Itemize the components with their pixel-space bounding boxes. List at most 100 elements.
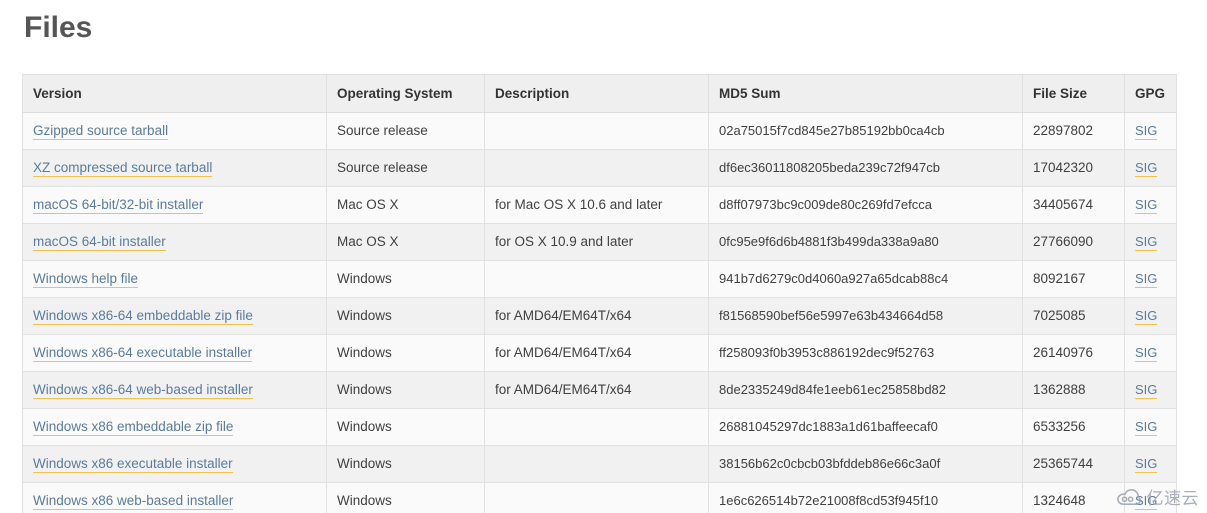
cell-operating-system: Windows — [326, 371, 485, 409]
column-header-os: Operating System — [326, 74, 485, 113]
cell-gpg: SIG — [1124, 408, 1177, 446]
gpg-signature-link[interactable]: SIG — [1135, 234, 1158, 251]
download-link[interactable]: Windows x86 executable installer — [33, 456, 233, 473]
table-row: Windows help file Windows 941b7d6279c0d406… — [22, 260, 1177, 298]
column-header-version: Version — [22, 74, 327, 113]
cell-operating-system: Windows — [326, 297, 485, 335]
cell-version: Windows help file — [22, 260, 327, 298]
gpg-signature-link[interactable]: SIG — [1135, 160, 1158, 177]
cell-md5-sum: d8ff07973bc9c009de80c269fd7efcca — [708, 186, 1023, 224]
page-title: Files — [24, 11, 93, 44]
gpg-signature-link[interactable]: SIG — [1135, 382, 1158, 399]
cell-version: Windows x86-64 web-based installer — [22, 371, 327, 409]
cell-operating-system: Mac OS X — [326, 223, 485, 261]
cell-file-size: 17042320 — [1022, 149, 1125, 187]
cell-gpg: SIG — [1124, 186, 1177, 224]
table-row: Windows x86 embeddable zip file Windows 26… — [22, 408, 1177, 446]
cell-description — [484, 260, 709, 298]
table-header-row: Version Operating System Description MD5… — [22, 74, 1177, 113]
files-table-container: Version Operating System Description MD5… — [22, 74, 1177, 513]
download-link[interactable]: Windows x86-64 executable installer — [33, 345, 253, 362]
cell-md5-sum: 26881045297dc1883a1d61baffeecaf0 — [708, 408, 1023, 446]
cell-file-size: 27766090 — [1022, 223, 1125, 261]
cell-file-size: 25365744 — [1022, 445, 1125, 483]
cell-operating-system: Windows — [326, 408, 485, 446]
cell-version: Windows x86 web-based installer — [22, 482, 327, 513]
cell-description — [484, 149, 709, 187]
gpg-signature-link[interactable]: SIG — [1135, 123, 1158, 140]
cell-gpg: SIG — [1124, 334, 1177, 372]
cell-operating-system: Windows — [326, 260, 485, 298]
cell-gpg: SIG — [1124, 112, 1177, 150]
cell-gpg: SIG — [1124, 149, 1177, 187]
gpg-signature-link[interactable]: SIG — [1135, 308, 1158, 325]
download-link[interactable]: Windows x86 embeddable zip file — [33, 419, 234, 436]
cell-md5-sum: 8de2335249d84fe1eeb61ec25858bd82 — [708, 371, 1023, 409]
cell-md5-sum: df6ec36011808205beda239c72f947cb — [708, 149, 1023, 187]
column-header-description: Description — [484, 74, 709, 113]
gpg-signature-link[interactable]: SIG — [1135, 345, 1158, 362]
download-link[interactable]: Windows x86 web-based installer — [33, 493, 234, 510]
cell-file-size: 26140976 — [1022, 334, 1125, 372]
cell-version: XZ compressed source tarball — [22, 149, 327, 187]
table-row: macOS 64-bit installer Mac OS Xfor OS X 1… — [22, 223, 1177, 261]
table-row: macOS 64-bit/32-bit installer Mac OS Xfor… — [22, 186, 1177, 224]
cell-md5-sum: 02a75015f7cd845e27b85192bb0ca4cb — [708, 112, 1023, 150]
table-row: Windows x86-64 web-based installer Window… — [22, 371, 1177, 409]
cell-gpg: SIG — [1124, 445, 1177, 483]
cell-description — [484, 445, 709, 483]
table-row: Windows x86-64 embeddable zip file Window… — [22, 297, 1177, 335]
table-row: XZ compressed source tarball Source relea… — [22, 149, 1177, 187]
download-link[interactable]: XZ compressed source tarball — [33, 160, 213, 177]
cell-description: for AMD64/EM64T/x64 — [484, 297, 709, 335]
download-link[interactable]: Gzipped source tarball — [33, 123, 169, 140]
download-link[interactable]: macOS 64-bit/32-bit installer — [33, 197, 204, 214]
cell-md5-sum: f81568590bef56e5997e63b434664d58 — [708, 297, 1023, 335]
cell-description: for Mac OS X 10.6 and later — [484, 186, 709, 224]
gpg-signature-link[interactable]: SIG — [1135, 197, 1158, 214]
cell-md5-sum: 0fc95e9f6d6b4881f3b499da338a9a80 — [708, 223, 1023, 261]
cell-file-size: 6533256 — [1022, 408, 1125, 446]
cell-description: for OS X 10.9 and later — [484, 223, 709, 261]
cell-version: Windows x86-64 executable installer — [22, 334, 327, 372]
cell-md5-sum: 38156b62c0cbcb03bfddeb86e66c3a0f — [708, 445, 1023, 483]
cell-description — [484, 112, 709, 150]
files-table: Version Operating System Description MD5… — [22, 74, 1177, 513]
cell-md5-sum: ff258093f0b3953c886192dec9f52763 — [708, 334, 1023, 372]
cell-operating-system: Windows — [326, 482, 485, 513]
cell-gpg: SIG — [1124, 371, 1177, 409]
cell-file-size: 34405674 — [1022, 186, 1125, 224]
column-header-md5: MD5 Sum — [708, 74, 1023, 113]
cell-gpg: SIG — [1124, 297, 1177, 335]
cell-description — [484, 408, 709, 446]
cell-file-size: 1362888 — [1022, 371, 1125, 409]
cell-gpg: SIG — [1124, 260, 1177, 298]
download-link[interactable]: Windows x86-64 embeddable zip file — [33, 308, 253, 325]
cell-file-size: 8092167 — [1022, 260, 1125, 298]
column-header-gpg: GPG — [1124, 74, 1177, 113]
download-link[interactable]: Windows help file — [33, 271, 139, 288]
cell-file-size: 7025085 — [1022, 297, 1125, 335]
watermark-text: 亿速云 — [1146, 489, 1199, 509]
cell-version: Windows x86 executable installer — [22, 445, 327, 483]
files-table-body: Gzipped source tarball Source release 02a7… — [22, 112, 1177, 513]
table-row: Gzipped source tarball Source release 02a7… — [22, 112, 1177, 150]
files-page: Files Version Operating System Descripti… — [0, 0, 1207, 513]
download-link[interactable]: macOS 64-bit installer — [33, 234, 166, 251]
cloud-icon — [1116, 488, 1142, 506]
cell-version: Windows x86 embeddable zip file — [22, 408, 327, 446]
gpg-signature-link[interactable]: SIG — [1135, 419, 1158, 436]
gpg-signature-link[interactable]: SIG — [1135, 271, 1158, 288]
download-link[interactable]: Windows x86-64 web-based installer — [33, 382, 253, 399]
cell-md5-sum: 941b7d6279c0d4060a927a65dcab88c4 — [708, 260, 1023, 298]
cell-description: for AMD64/EM64T/x64 — [484, 334, 709, 372]
cell-operating-system: Source release — [326, 112, 485, 150]
cell-operating-system: Mac OS X — [326, 186, 485, 224]
gpg-signature-link[interactable]: SIG — [1135, 456, 1158, 473]
cell-version: macOS 64-bit/32-bit installer — [22, 186, 327, 224]
cell-description: for AMD64/EM64T/x64 — [484, 371, 709, 409]
site-watermark: 亿速云 — [1116, 484, 1200, 509]
files-table-head: Version Operating System Description MD5… — [22, 74, 1177, 113]
cell-description — [484, 482, 709, 513]
cell-file-size: 22897802 — [1022, 112, 1125, 150]
